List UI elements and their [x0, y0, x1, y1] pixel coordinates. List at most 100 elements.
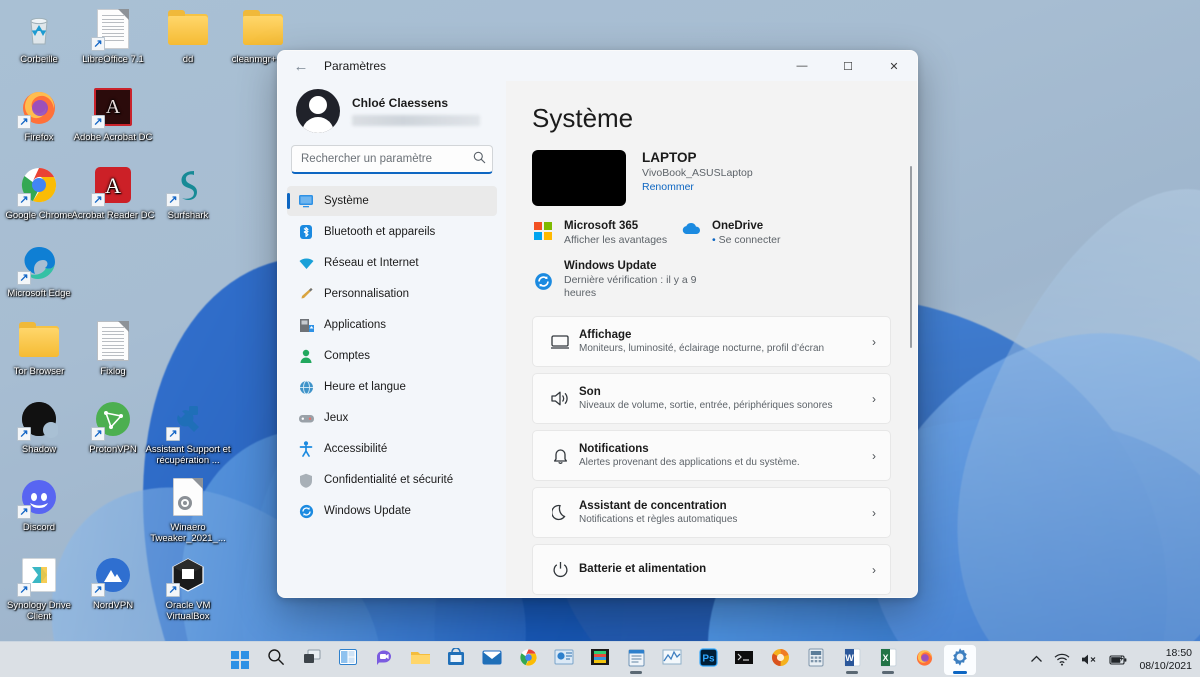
- search-box[interactable]: [291, 145, 493, 174]
- photoshop-icon: Ps: [698, 647, 718, 672]
- minimize-button[interactable]: —: [779, 51, 825, 81]
- microsoft-365-service[interactable]: Microsoft 365 Afficher les avantages: [532, 220, 680, 246]
- taskbar[interactable]: Ps W X 18:50 08/10/2021: [0, 641, 1200, 677]
- clock[interactable]: 18:50 08/10/2021: [1139, 647, 1192, 673]
- sidebar-item-accessibilite[interactable]: Accessibilité: [287, 434, 497, 464]
- chrome-button[interactable]: [512, 645, 544, 675]
- microsoft-store-button[interactable]: [440, 645, 472, 675]
- service-subtitle[interactable]: Se connecter: [712, 234, 781, 246]
- gamepad-icon: [293, 413, 319, 424]
- taskbar-buttons[interactable]: Ps W X: [224, 644, 976, 675]
- window-controls[interactable]: — ☐ ✕: [779, 51, 917, 81]
- sidebar-item-heure-et-langue[interactable]: Heure et langue: [287, 372, 497, 402]
- desktop-icon-virtualbox[interactable]: ↗ Oracle VM VirtualBox: [144, 554, 232, 622]
- volume-muted-icon[interactable]: [1081, 653, 1098, 666]
- settings-button[interactable]: [944, 644, 976, 675]
- sidebar-item-label: Jeux: [324, 412, 349, 424]
- word-button[interactable]: W: [836, 645, 868, 675]
- chevron-right-icon[interactable]: ›: [872, 506, 876, 520]
- wifi-icon[interactable]: [1054, 653, 1070, 666]
- desktop-icon-winaero-tweaker[interactable]: Winaero Tweaker_2021_...: [144, 476, 232, 544]
- settings-card-notifications[interactable]: Notifications Alertes provenant des appl…: [532, 430, 891, 481]
- close-button[interactable]: ✕: [871, 51, 917, 81]
- settings-cards[interactable]: Affichage Moniteurs, luminosité, éclaira…: [532, 316, 891, 595]
- maximize-button[interactable]: ☐: [825, 51, 871, 81]
- calculator-button[interactable]: [800, 645, 832, 675]
- chevron-right-icon[interactable]: ›: [872, 449, 876, 463]
- settings-window[interactable]: ← Paramètres — ☐ ✕ Chloé Claessens Reche…: [277, 50, 918, 598]
- widgets-button[interactable]: [332, 645, 364, 675]
- service-subtitle[interactable]: Afficher les avantages: [564, 234, 667, 246]
- task-view-button[interactable]: [296, 645, 328, 675]
- user-profile[interactable]: Chloé Claessens: [287, 81, 497, 143]
- sidebar-item-bluetooth-et-appareils[interactable]: Bluetooth et appareils: [287, 217, 497, 247]
- back-arrow-icon[interactable]: ←: [284, 52, 318, 80]
- chrome-swirl-icon: [771, 648, 790, 672]
- brush-icon: [293, 286, 319, 302]
- device-name: LAPTOP: [642, 150, 697, 165]
- main-content[interactable]: Système LAPTOP VivoBook_ASUSLaptop Renom…: [506, 81, 917, 597]
- mail-button[interactable]: [476, 645, 508, 675]
- firefox-button[interactable]: [908, 645, 940, 675]
- chevron-right-icon[interactable]: ›: [872, 563, 876, 577]
- sidebar-item-windows-update[interactable]: Windows Update: [287, 496, 497, 526]
- sidebar-item-comptes[interactable]: Comptes: [287, 341, 497, 371]
- settings-card-assistant-de-concentration[interactable]: Assistant de concentration Notifications…: [532, 487, 891, 538]
- start-button[interactable]: [224, 645, 256, 675]
- desktop-icon-support-assistant[interactable]: ↗ Assistant Support et récupération ...: [144, 398, 232, 466]
- desktop-icon-fixlog[interactable]: Fixlog: [69, 320, 157, 377]
- desktop-icon-discord[interactable]: ↗ Discord: [0, 476, 83, 533]
- desktop-icon-grid[interactable]: Corbeille ↗ LibreOffice 7.1 dd cleanmgr+…: [0, 0, 300, 641]
- avatar[interactable]: [296, 89, 340, 133]
- chat-button[interactable]: [368, 645, 400, 675]
- excel-button[interactable]: X: [872, 645, 904, 675]
- sidebar-item-reseau-et-internet[interactable]: Réseau et Internet: [287, 248, 497, 278]
- onedrive-service[interactable]: OneDrive Se connecter: [680, 220, 780, 246]
- chevron-right-icon[interactable]: ›: [872, 335, 876, 349]
- windows-update-title: Windows Update: [564, 260, 657, 272]
- content-scrollbar[interactable]: [910, 166, 912, 348]
- chrome-canary-button[interactable]: [764, 645, 796, 675]
- sidebar-item-label: Applications: [324, 319, 387, 331]
- sidebar-item-applications[interactable]: Applications: [287, 310, 497, 340]
- profile-name: Chloé Claessens: [352, 96, 449, 110]
- show-hidden-icons-chevron[interactable]: [1030, 655, 1043, 664]
- shortcut-overlay-icon: ↗: [17, 115, 31, 129]
- sidebar-item-jeux[interactable]: Jeux: [287, 403, 497, 433]
- desktop-icon-adobe-acrobat-dc[interactable]: A ↗ Adobe Acrobat DC: [69, 86, 157, 143]
- settings-card-affichage[interactable]: Affichage Moniteurs, luminosité, éclaira…: [532, 316, 891, 367]
- windows-update-summary[interactable]: Windows Update Dernière vérification : i…: [532, 260, 891, 300]
- chevron-right-icon[interactable]: ›: [872, 392, 876, 406]
- search-input[interactable]: [291, 145, 493, 174]
- profile-email-blurred: [352, 115, 480, 126]
- bluetooth-icon: [293, 224, 319, 240]
- rename-link[interactable]: Renommer: [642, 181, 753, 193]
- excel-icon: X: [880, 648, 897, 672]
- window-titlebar[interactable]: ← Paramètres — ☐ ✕: [278, 51, 917, 81]
- desktop[interactable]: Corbeille ↗ LibreOffice 7.1 dd cleanmgr+…: [0, 0, 1200, 641]
- desktop-icon-microsoft-edge[interactable]: ↗ Microsoft Edge: [0, 242, 83, 299]
- search-icon[interactable]: [473, 151, 486, 167]
- system-tray[interactable]: 18:50 08/10/2021: [1030, 647, 1192, 673]
- microsoft-edge-icon: ↗: [17, 242, 60, 285]
- support-assistant-icon: ↗: [166, 398, 209, 441]
- control-panel-button[interactable]: [548, 645, 580, 675]
- sidebar[interactable]: Chloé Claessens Système: [278, 81, 506, 597]
- performance-monitor-button[interactable]: [656, 645, 688, 675]
- search-button[interactable]: [260, 645, 292, 675]
- desktop-icon-surfshark[interactable]: ↗ Surfshark: [144, 164, 232, 221]
- photoshop-button[interactable]: Ps: [692, 645, 724, 675]
- sidebar-item-personnalisation[interactable]: Personnalisation: [287, 279, 497, 309]
- sidebar-item-label: Comptes: [324, 350, 371, 362]
- settings-card-son[interactable]: Son Niveaux de volume, sortie, entrée, p…: [532, 373, 891, 424]
- google-chrome-icon: [519, 648, 538, 672]
- terminal-button[interactable]: [728, 645, 760, 675]
- sidebar-item-systeme[interactable]: Système: [287, 186, 497, 216]
- sidebar-item-confidentialite-et-securite[interactable]: Confidentialité et sécurité: [287, 465, 497, 495]
- sidebar-nav[interactable]: Système Bluetooth et appareils Réseau et…: [287, 186, 497, 597]
- file-explorer-button[interactable]: [404, 645, 436, 675]
- photos-button[interactable]: [584, 645, 616, 675]
- battery-charging-icon[interactable]: [1109, 654, 1128, 666]
- settings-card-batterie-et-alimentation[interactable]: Batterie et alimentation ›: [532, 544, 891, 595]
- notepad-button[interactable]: [620, 645, 652, 675]
